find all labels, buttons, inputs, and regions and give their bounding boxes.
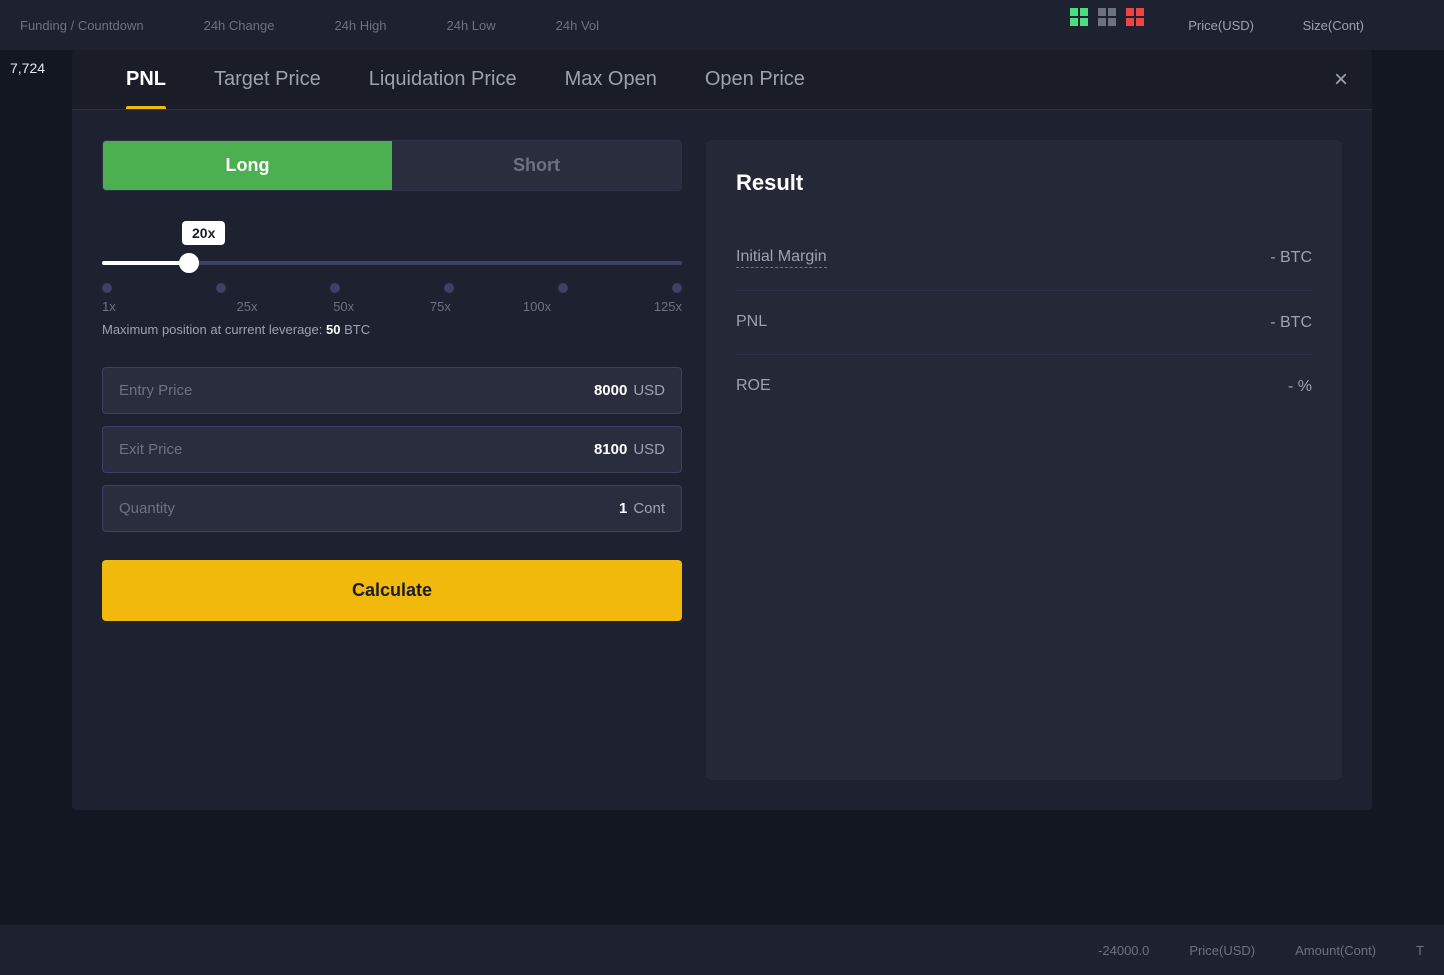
entry-price-row[interactable]: Entry Price 8000 USD	[102, 367, 682, 414]
grid-icon-2	[1098, 8, 1116, 26]
entry-price-unit: USD	[633, 382, 665, 399]
leverage-label-50x: 50x	[295, 299, 392, 314]
leverage-label-25x: 25x	[199, 299, 296, 314]
max-position-text: Maximum position at current leverage: 50…	[102, 322, 682, 337]
pnl-value: - BTC	[1270, 314, 1312, 332]
bottom-value: -24000.0	[1098, 943, 1149, 958]
roe-value: - %	[1288, 378, 1312, 396]
slider-thumb[interactable]	[179, 253, 199, 273]
leverage-label-125x: 125x	[585, 299, 682, 314]
max-position-unit: BTC	[344, 322, 370, 337]
bottom-amount: Amount(Cont)	[1295, 943, 1376, 958]
exit-price-label: Exit Price	[119, 441, 594, 458]
price-usd-header: Price(USD)	[1188, 18, 1254, 33]
top-bar-item: Funding / Countdown	[20, 18, 144, 33]
slider-dots	[102, 283, 682, 293]
quantity-row[interactable]: Quantity 1 Cont	[102, 485, 682, 532]
result-title: Result	[736, 170, 1312, 196]
slider-dot-5	[558, 283, 568, 293]
result-roe-row: ROE - %	[736, 355, 1312, 418]
slider-track	[102, 261, 682, 265]
slider-dot-1	[102, 283, 112, 293]
modal-overlay: PNL Target Price Liquidation Price Max O…	[0, 50, 1444, 925]
top-bar-item: 24h Change	[204, 18, 275, 33]
quantity-value: 1	[619, 500, 627, 517]
slider-dot-3	[330, 283, 340, 293]
exit-price-unit: USD	[633, 441, 665, 458]
right-panel: Result Initial Margin - BTC PNL - BTC RO…	[706, 140, 1342, 780]
pnl-calculator-modal: PNL Target Price Liquidation Price Max O…	[72, 50, 1372, 810]
initial-margin-label: Initial Margin	[736, 248, 827, 268]
close-button[interactable]: ×	[1334, 68, 1348, 92]
top-right-icons	[1070, 8, 1144, 26]
leverage-label-1x: 1x	[102, 299, 199, 314]
exit-price-row[interactable]: Exit Price 8100 USD	[102, 426, 682, 473]
leverage-bubble: 20x	[182, 221, 225, 245]
long-button[interactable]: Long	[103, 141, 392, 190]
calculate-button[interactable]: Calculate	[102, 560, 682, 621]
bottom-bar: -24000.0 Price(USD) Amount(Cont) T	[0, 925, 1444, 975]
tab-max-open[interactable]: Max Open	[541, 50, 681, 109]
long-short-toggle: Long Short	[102, 140, 682, 191]
top-bar-item: 24h Low	[446, 18, 495, 33]
roe-label: ROE	[736, 377, 771, 396]
slider-fill	[102, 261, 189, 265]
tab-target-price[interactable]: Target Price	[190, 50, 345, 109]
input-group: Entry Price 8000 USD Exit Price 8100 USD…	[102, 367, 682, 532]
quantity-label: Quantity	[119, 500, 619, 517]
slider-labels: 1x 25x 50x 75x 100x 125x	[102, 299, 682, 314]
size-cont-header: Size(Cont)	[1303, 18, 1364, 33]
leverage-label-75x: 75x	[392, 299, 489, 314]
max-position-value: 50	[326, 322, 340, 337]
slider-dot-6	[672, 283, 682, 293]
leverage-section: 20x	[102, 211, 682, 347]
top-bar-item: 24h Vol	[556, 18, 599, 33]
result-pnl-row: PNL - BTC	[736, 291, 1312, 355]
result-initial-margin-row: Initial Margin - BTC	[736, 226, 1312, 291]
exit-price-value: 8100	[594, 441, 627, 458]
short-button[interactable]: Short	[392, 141, 681, 190]
top-bar-item: 24h High	[334, 18, 386, 33]
slider-dot-4	[444, 283, 454, 293]
quantity-unit: Cont	[633, 500, 665, 517]
tab-liquidation-price[interactable]: Liquidation Price	[345, 50, 541, 109]
pnl-label: PNL	[736, 313, 767, 332]
modal-body: Long Short 20x	[72, 110, 1372, 810]
leverage-label-100x: 100x	[489, 299, 586, 314]
grid-icon-3	[1126, 8, 1144, 26]
tab-pnl[interactable]: PNL	[102, 50, 190, 109]
initial-margin-value: - BTC	[1270, 249, 1312, 267]
slider-container[interactable]	[102, 253, 682, 273]
left-panel: Long Short 20x	[102, 140, 682, 780]
entry-price-label: Entry Price	[119, 382, 594, 399]
top-bar: Funding / Countdown 24h Change 24h High …	[0, 0, 1444, 50]
slider-dot-2	[216, 283, 226, 293]
grid-icon-1	[1070, 8, 1088, 26]
bottom-price-usd: Price(USD)	[1189, 943, 1255, 958]
tabs-header: PNL Target Price Liquidation Price Max O…	[72, 50, 1372, 110]
bottom-t: T	[1416, 943, 1424, 958]
tab-open-price[interactable]: Open Price	[681, 50, 829, 109]
entry-price-value: 8000	[594, 382, 627, 399]
